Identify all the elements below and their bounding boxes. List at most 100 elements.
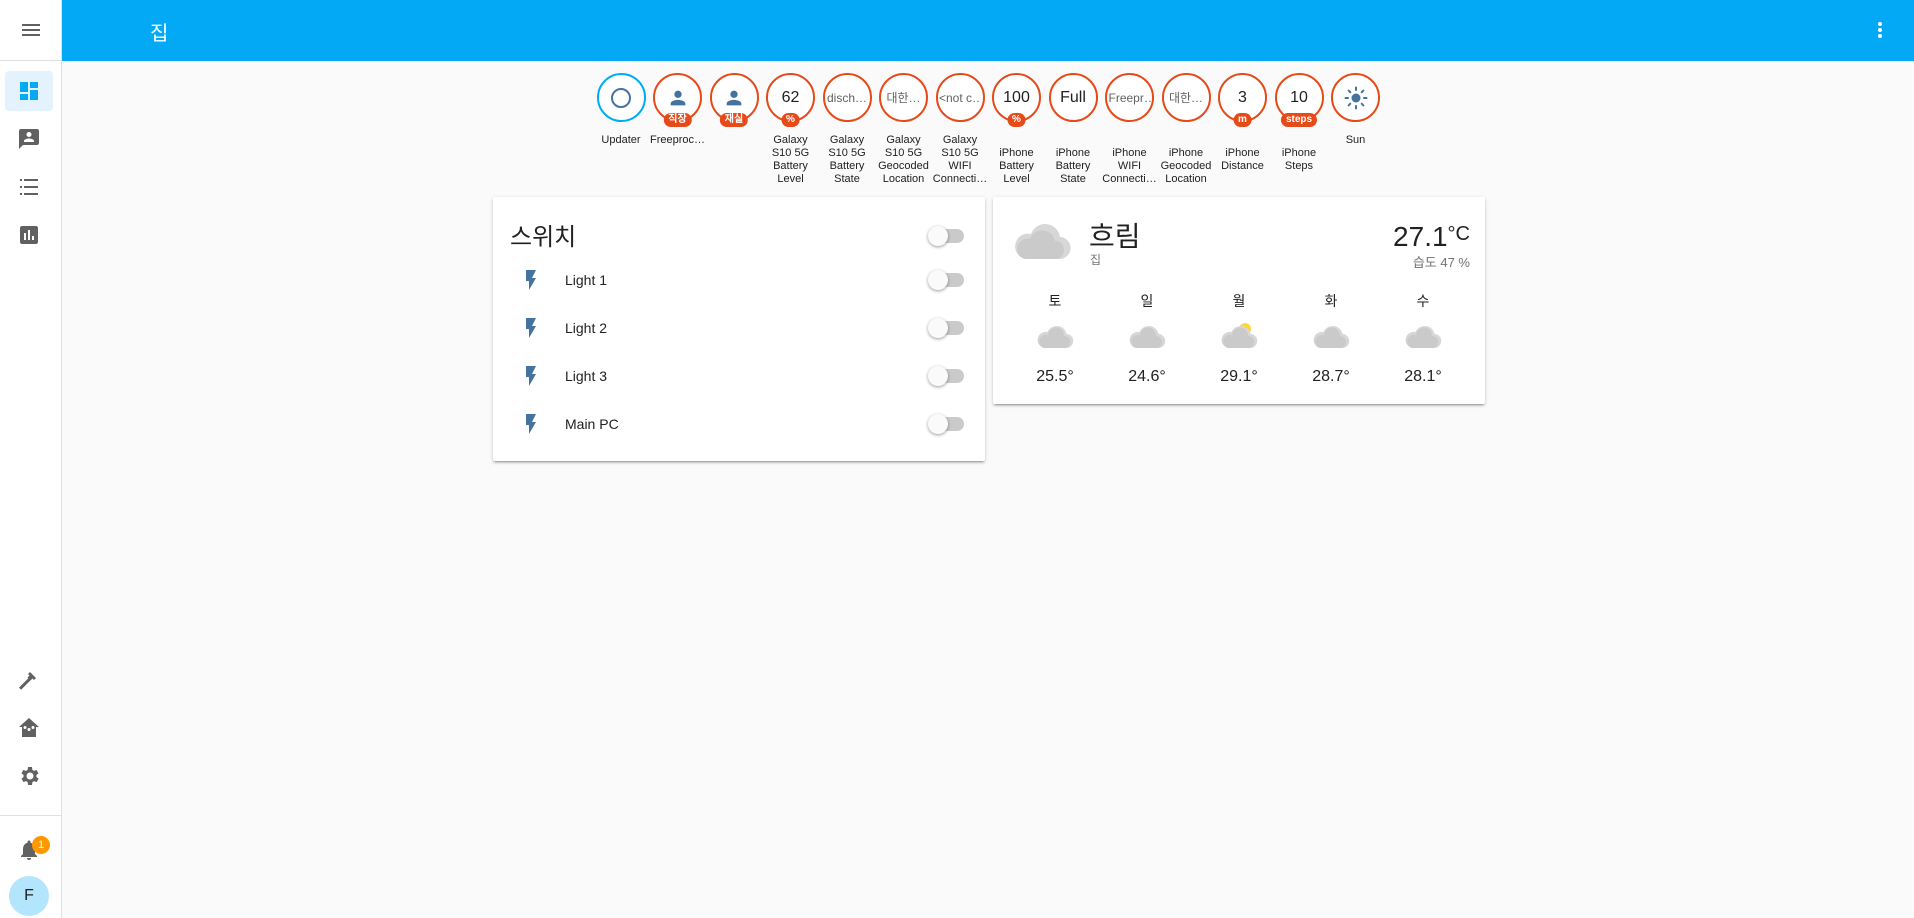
sidebar-item-energy[interactable] (5, 215, 53, 255)
forecast-temp: 28.1° (1404, 368, 1442, 385)
badge-person-freeproc[interactable]: 직장 Freeproc… (650, 73, 706, 147)
sun-icon (1344, 86, 1367, 109)
badge-circle: 직장 (653, 73, 702, 127)
flash-icon (526, 414, 536, 434)
switch-label[interactable]: Light 1 (565, 272, 607, 288)
badge-circle: 100 % (992, 73, 1041, 127)
weather-card[interactable]: 흐림 집 27.1°C 습도 47 % 토 25.5° 일 24.6° 월 29… (993, 197, 1485, 404)
more-menu-button[interactable] (1868, 18, 1892, 42)
flash-icon (526, 318, 536, 338)
toggle-thumb (928, 414, 948, 434)
badge-value: 3 (1238, 88, 1247, 106)
badge-unit: 재실 (719, 113, 749, 127)
switch-row-main-pc: Main PC (493, 404, 985, 444)
sidebar-item-settings[interactable] (5, 756, 53, 796)
light-2-toggle[interactable] (928, 318, 964, 338)
badge-label: Galaxy S10 5G Geocoded Location (878, 134, 929, 185)
badge-updater[interactable]: Updater (593, 73, 649, 147)
badge-galaxy-geocoded-location[interactable]: 대한… Galaxy S10 5G Geocoded Location (876, 73, 932, 186)
badge-label: iPhone Battery State (1055, 147, 1091, 185)
badge-iphone-wifi[interactable]: Freepr… iPhone WIFI Connecti… (1102, 73, 1158, 186)
badge-label: Freeproc… (649, 134, 706, 146)
weather-location: 집 (1090, 253, 1102, 267)
card-title: 스위치 (510, 224, 577, 251)
sidebar-item-developer-tools[interactable] (5, 660, 53, 700)
forecast-day-label: 토 (1048, 293, 1062, 309)
badge-galaxy-battery-level[interactable]: 62 % Galaxy S10 5G Battery Level (763, 73, 819, 186)
flash-icon (526, 366, 536, 386)
badge-circle: 대한… (879, 73, 928, 122)
hammer-icon (19, 672, 36, 690)
user-avatar[interactable]: F (9, 876, 49, 916)
badge-label: Galaxy S10 5G WIFI Connecti… (932, 134, 988, 185)
forecast-day-label: 화 (1324, 293, 1338, 309)
forecast-day: 일 24.6° (1117, 291, 1177, 386)
dashboard-icon (20, 82, 38, 100)
weather-condition: 흐림 (1089, 221, 1141, 252)
gear-icon (21, 767, 39, 785)
sidebar-item-overview[interactable] (5, 71, 53, 111)
page-title: 집 (150, 23, 169, 45)
badge-label: Galaxy S10 5G Battery Level (771, 134, 810, 185)
sidebar: 1 F (0, 0, 62, 918)
forecast-day: 월 29.1° (1209, 291, 1269, 386)
chart-icon (20, 226, 38, 244)
forecast-day: 토 25.5° (1025, 291, 1085, 386)
temperature-value: 27.1 (1393, 221, 1448, 252)
badge-circle: disch… (822, 73, 872, 122)
forecast-day-label: 월 (1232, 293, 1246, 309)
badge-value: Full (1060, 88, 1086, 106)
badge-label: Sun (1345, 134, 1366, 146)
light-1-toggle[interactable] (928, 270, 964, 290)
badge-iphone-battery-level[interactable]: 100 % iPhone Battery Level (989, 73, 1045, 186)
badge-label: iPhone Steps (1281, 147, 1317, 172)
light-3-toggle[interactable] (928, 366, 964, 386)
badge-value: 10 (1290, 88, 1308, 106)
badge-galaxy-battery-state[interactable]: disch… Galaxy S10 5G Battery State (819, 73, 875, 186)
cloudy-icon (1129, 325, 1166, 349)
badge-unit: m (1233, 113, 1252, 127)
main-pc-toggle[interactable] (928, 414, 964, 434)
forecast-temp: 25.5° (1036, 368, 1074, 385)
badge-circle: 대한… (1161, 73, 1211, 122)
badge-iphone-geocoded-location[interactable]: 대한… iPhone Geocoded Location (1158, 73, 1214, 186)
badge-circle (596, 73, 646, 122)
forecast-day: 수 28.1° (1393, 291, 1453, 386)
badge-value: 대한… (886, 91, 921, 105)
notification-count-badge: 1 (32, 836, 50, 854)
badge-circle: <not c… (935, 73, 985, 122)
logbook-icon (19, 129, 39, 149)
sidebar-item-supervisor[interactable] (5, 708, 53, 748)
switch-label[interactable]: Light 3 (565, 368, 607, 384)
badge-value: 62 (781, 88, 800, 106)
badge-unit: % (781, 113, 800, 127)
badge-value: <not c… (939, 90, 981, 105)
partly-sunny-icon (1221, 323, 1258, 349)
weather-temperature: 27.1°C (1393, 221, 1470, 253)
badge-value: 100 (1003, 88, 1030, 106)
switches-card: 스위치 Light 1 Light 2 Light 3 Main PC (493, 197, 985, 461)
badge-circle: 10 steps (1274, 73, 1324, 127)
badge-iphone-steps[interactable]: 10 steps iPhone Steps (1271, 73, 1327, 173)
cloudy-icon (1313, 325, 1350, 349)
switch-label[interactable]: Light 2 (565, 320, 607, 336)
menu-button[interactable] (0, 0, 61, 61)
badge-iphone-distance[interactable]: 3 m iPhone Distance (1215, 73, 1271, 173)
forecast-day-label: 일 (1140, 293, 1154, 309)
switch-label[interactable]: Main PC (565, 416, 619, 432)
cloudy-icon (1037, 325, 1074, 349)
badge-sun[interactable]: Sun (1328, 73, 1384, 147)
person-icon (726, 90, 742, 105)
weather-humidity: 습도 47 % (1412, 255, 1470, 270)
all-switches-toggle[interactable] (928, 226, 964, 246)
badge-circle: 3 m (1218, 73, 1267, 127)
badge-circle: Freepr… (1105, 73, 1154, 122)
forecast-day: 화 28.7° (1301, 291, 1361, 386)
badge-galaxy-wifi[interactable]: <not c… Galaxy S10 5G WIFI Connecti… (932, 73, 988, 186)
cloudy-icon (1015, 224, 1071, 260)
badge-iphone-battery-state[interactable]: Full iPhone Battery State (1045, 73, 1101, 186)
sidebar-item-logbook[interactable] (5, 119, 53, 159)
badge-person-2[interactable]: 재실 (706, 73, 762, 134)
hamburger-icon (21, 24, 40, 36)
sidebar-item-history[interactable] (5, 167, 53, 207)
